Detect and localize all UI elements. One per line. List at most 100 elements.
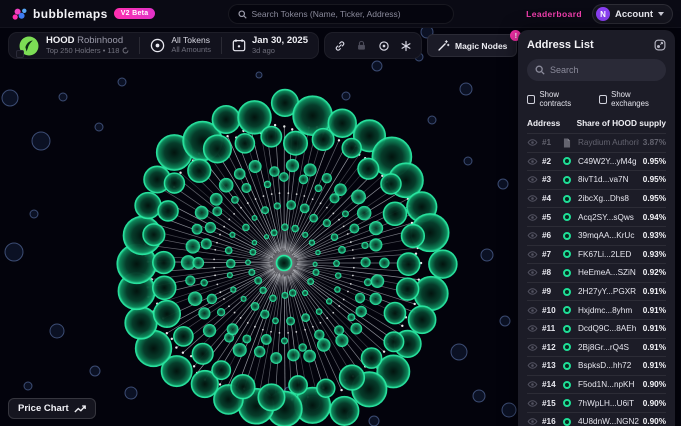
holder-bubble[interactable] — [349, 223, 360, 234]
holder-bubble[interactable] — [185, 239, 201, 254]
table-row[interactable]: #2 C49W2Y...yM4g 0.95% — [527, 151, 666, 171]
holder-bubble[interactable] — [400, 223, 426, 249]
holder-bubble[interactable] — [281, 223, 289, 231]
table-row[interactable]: #11 DcdQ9C...8AEh 0.91% — [527, 318, 666, 338]
holder-bubble[interactable] — [249, 248, 257, 256]
holder-bubble[interactable] — [253, 345, 266, 358]
address-label[interactable]: 8ivT1d...va7N — [578, 175, 639, 184]
holder-bubble[interactable] — [187, 158, 212, 183]
address-label[interactable]: Raydium Authority V4 — [578, 138, 639, 147]
table-row[interactable]: #14 F5od1N...npKH 0.90% — [527, 374, 666, 394]
address-label[interactable]: 4U8dnW...NGN2 — [578, 417, 639, 426]
table-row[interactable]: #6 39mqAA...KrUc 0.93% — [527, 225, 666, 245]
holder-bubble[interactable] — [241, 182, 252, 193]
table-row[interactable]: #1 Raydium Authority V43.87% — [527, 133, 666, 152]
holder-bubble[interactable] — [301, 289, 309, 297]
holder-bubble[interactable] — [307, 278, 315, 285]
table-row[interactable]: #15 7hWpLH...U6iT 0.90% — [527, 393, 666, 412]
holder-bubble[interactable] — [314, 184, 323, 193]
token-filter-button[interactable]: All Tokens All Amounts — [150, 36, 211, 54]
eye-icon[interactable] — [527, 324, 538, 333]
eye-icon[interactable] — [527, 231, 538, 240]
holder-bubble[interactable] — [260, 125, 283, 148]
eye-icon[interactable] — [527, 157, 538, 166]
holder-bubble[interactable] — [383, 331, 405, 353]
holder-bubble[interactable] — [200, 278, 208, 287]
eye-icon[interactable] — [527, 417, 538, 426]
address-label[interactable]: Hxjdmc...8yhm — [578, 306, 639, 315]
holder-bubble[interactable] — [270, 352, 283, 365]
address-label[interactable]: 39mqAA...KrUc — [578, 231, 639, 240]
table-row[interactable]: #5 Acq2SY...sQws 0.94% — [527, 207, 666, 226]
holder-bubble[interactable] — [338, 364, 366, 391]
holder-bubble[interactable] — [369, 292, 382, 306]
holder-bubble[interactable] — [350, 322, 363, 335]
holder-bubble[interactable] — [347, 313, 356, 322]
holder-bubble[interactable] — [204, 221, 217, 234]
holder-bubble[interactable] — [335, 333, 349, 348]
table-row[interactable]: #4 2ibcXg...Dhs8 0.95% — [527, 188, 666, 208]
table-row[interactable]: #10 Hxjdmc...8yhm 0.91% — [527, 300, 666, 319]
table-row[interactable]: #13 BspksD...hh72 0.91% — [527, 356, 666, 375]
holder-bubble[interactable] — [157, 200, 179, 222]
holder-bubble[interactable] — [380, 173, 402, 195]
holder-bubble[interactable] — [192, 256, 205, 269]
eye-icon[interactable] — [527, 213, 538, 222]
eye-icon[interactable] — [527, 138, 538, 147]
holder-bubble[interactable] — [124, 306, 158, 340]
table-row[interactable]: #8 HeEmeA...SZiN 0.92% — [527, 263, 666, 282]
holder-bubble[interactable] — [303, 163, 317, 177]
token-search-bar[interactable] — [227, 4, 454, 24]
holder-bubble[interactable] — [329, 193, 340, 204]
holder-bubble[interactable] — [368, 220, 384, 236]
holder-bubble[interactable] — [218, 177, 234, 193]
holder-bubble[interactable] — [322, 218, 332, 228]
address-label[interactable]: BspksD...hh72 — [578, 361, 639, 370]
holder-bubble[interactable] — [396, 252, 421, 277]
price-chart-button[interactable]: Price Chart — [8, 398, 96, 419]
holder-bubble[interactable] — [261, 206, 270, 215]
holder-bubble[interactable] — [248, 160, 262, 174]
holder-bubble[interactable] — [311, 127, 335, 151]
eye-icon[interactable] — [527, 343, 538, 352]
holder-bubble[interactable] — [407, 305, 437, 335]
holder-bubble[interactable] — [279, 172, 289, 182]
holder-bubble[interactable] — [316, 378, 336, 398]
holder-bubble[interactable] — [231, 195, 239, 204]
address-search-input[interactable] — [550, 65, 658, 75]
table-row[interactable]: #9 2H27yY...PGXR 0.91% — [527, 281, 666, 301]
holder-bubble[interactable] — [334, 286, 341, 293]
holder-bubble[interactable] — [250, 302, 260, 311]
holder-bubble[interactable] — [395, 277, 420, 301]
holder-bubble[interactable] — [163, 172, 186, 194]
holder-bubble[interactable] — [209, 192, 223, 206]
holder-bubble[interactable] — [309, 213, 319, 223]
holder-bubble[interactable] — [299, 203, 310, 214]
address-label[interactable]: 2H27yY...PGXR — [578, 287, 639, 296]
address-label[interactable]: HeEmeA...SZiN — [578, 268, 639, 277]
leaderboard-link[interactable]: Leaderboard — [526, 9, 582, 19]
holder-bubble[interactable] — [257, 383, 286, 412]
holder-bubble[interactable] — [251, 214, 258, 221]
holder-bubble[interactable] — [206, 293, 218, 305]
holder-bubble[interactable] — [202, 134, 232, 164]
holder-bubble[interactable] — [288, 375, 308, 395]
holder-bubble[interactable] — [232, 342, 247, 358]
holder-bubble[interactable] — [152, 299, 182, 329]
eye-icon[interactable] — [527, 399, 538, 408]
center-holder-bubble[interactable] — [275, 254, 293, 272]
holder-bubble[interactable] — [370, 274, 385, 288]
holder-bubble[interactable] — [369, 238, 383, 252]
address-label[interactable]: 2Bj8Gr...rQ4S — [578, 343, 639, 352]
account-button[interactable]: N Account — [592, 4, 673, 24]
holder-bubble[interactable] — [142, 223, 166, 247]
holder-bubble[interactable] — [298, 343, 307, 352]
holder-bubble[interactable] — [185, 275, 196, 286]
eye-icon[interactable] — [527, 380, 538, 389]
holder-bubble[interactable] — [383, 301, 407, 325]
holder-bubble[interactable] — [242, 334, 252, 344]
holder-bubble[interactable] — [191, 223, 203, 235]
holder-bubble[interactable] — [312, 268, 320, 276]
holder-bubble[interactable] — [428, 249, 458, 279]
holder-bubble[interactable] — [357, 157, 380, 180]
